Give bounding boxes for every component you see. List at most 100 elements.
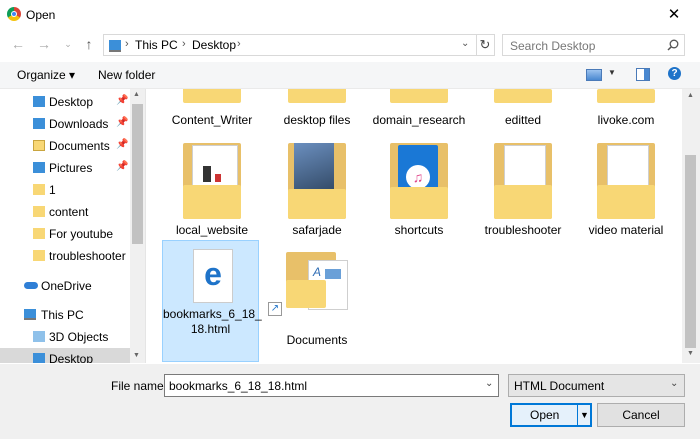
documents-folder-icon [33,140,45,151]
command-toolbar: Organize ▾ New folder ▼ ? [0,62,700,89]
pin-icon: 📌 [116,139,129,150]
search-input[interactable]: Search Desktop [502,34,685,56]
folder-tile[interactable]: ♫ shortcuts [370,139,468,239]
sidebar-item-label: For youtube [49,227,114,241]
filename-value: bookmarks_6_18_18.html [169,379,308,393]
bottom-panel: File name: bookmarks_6_18_18.html ⌄ HTML… [0,364,700,439]
shortcut-tile[interactable]: A ↗ Documents [268,240,366,350]
file-label: Documents [286,333,348,347]
html-file-icon: e [193,249,233,303]
desktop-folder-icon [33,353,45,363]
sidebar-item-content[interactable]: content [0,201,130,223]
folder-tile[interactable]: video material [577,139,675,239]
scroll-down-icon[interactable]: ▼ [687,350,694,357]
folder-icon [33,206,45,217]
sidebar-item-label: content [49,205,89,219]
file-tile-selected[interactable]: e bookmarks_6_18_ 18.html [162,240,262,362]
downloads-folder-icon [33,118,45,129]
scroll-up-icon[interactable]: ▲ [687,92,694,99]
folder-icon [286,280,326,308]
sidebar-item-pictures[interactable]: Pictures 📌 [0,157,130,179]
this-pc-icon [109,40,121,52]
folder-tile[interactable]: domain_research [370,89,468,129]
new-folder-button[interactable]: New folder [98,68,155,82]
view-dropdown-icon[interactable]: ▼ [608,68,616,77]
folder-tile[interactable]: troubleshooter [474,139,572,239]
folder-tile[interactable]: editted [474,89,572,129]
sidebar-item-label: Downloads [49,117,109,131]
folder-tile[interactable]: local_website [163,139,261,239]
breadcrumb-separator-icon: › [125,38,129,50]
sidebar-item-label: This PC [41,308,84,322]
file-label: bookmarks_6_18_ 18.html [163,307,262,336]
folder-icon [390,89,448,103]
folder-icon [390,187,448,219]
close-icon[interactable]: ✕ [660,5,688,25]
sidebar-item-desktop-selected[interactable]: Desktop [0,348,130,363]
filetype-select[interactable]: HTML Document ⌄ [508,374,685,397]
breadcrumb-this-pc[interactable]: This PC [135,38,178,52]
sidebar-item-onedrive[interactable]: OneDrive [0,275,130,297]
sidebar-item-this-pc[interactable]: This PC [0,304,130,326]
sidebar-item-for-youtube[interactable]: For youtube [0,223,130,245]
navigation-pane: Desktop 📌 Downloads 📌 Documents 📌 Pictur… [0,89,146,363]
file-label: troubleshooter [484,223,562,237]
filetype-value: HTML Document [514,379,605,393]
scroll-down-icon[interactable]: ▼ [133,352,140,359]
sidebar-item-documents[interactable]: Documents 📌 [0,135,130,157]
up-arrow-icon[interactable]: ↑ [81,36,97,52]
forward-arrow-icon[interactable]: → [36,36,52,52]
address-bar[interactable]: › This PC › Desktop › ⌄ [103,34,477,56]
sidebar-scrollbar-thumb[interactable] [132,104,143,244]
breadcrumb-separator-icon: › [237,38,241,50]
folder-tile[interactable]: livoke.com [577,89,675,129]
breadcrumb-desktop[interactable]: Desktop [192,38,236,52]
folder-tile[interactable]: safarjade [268,139,366,239]
file-label: editted [504,113,542,127]
sidebar-item-1[interactable]: 1 [0,179,130,201]
file-list-view: Content_Writer desktop files domain_rese… [146,89,682,363]
open-button[interactable]: Open ▼ [510,403,592,427]
open-dropdown-icon[interactable]: ▼ [580,404,589,426]
cancel-button[interactable]: Cancel [597,403,685,427]
sidebar-item-3d-objects[interactable]: 3D Objects [0,326,130,348]
sidebar-item-downloads[interactable]: Downloads 📌 [0,113,130,135]
window-title: Open [26,8,56,22]
sidebar-item-label: Desktop [49,352,94,363]
open-label: Open [530,408,560,422]
address-dropdown-icon[interactable]: ⌄ [461,38,469,49]
breadcrumb-separator-icon: › [182,38,186,50]
file-label: desktop files [283,113,351,127]
back-arrow-icon[interactable]: ← [10,36,26,52]
sidebar-item-label: OneDrive [41,279,92,293]
recent-locations-chevron-icon[interactable]: ⌄ [60,36,76,52]
desktop-folder-icon [33,96,45,107]
pin-icon: 📌 [116,117,129,128]
organize-button[interactable]: Organize ▾ [17,68,75,82]
sidebar-item-desktop[interactable]: Desktop 📌 [0,91,130,113]
file-label: Content_Writer [171,113,253,127]
view-options-icon[interactable] [586,69,602,81]
file-list-scrollbar-thumb[interactable] [685,155,696,348]
folder-icon [33,228,45,239]
scroll-up-icon[interactable]: ▲ [133,91,140,98]
sidebar-item-troubleshooter[interactable]: troubleshooter [0,245,130,267]
folder-tile[interactable]: desktop files [268,89,366,129]
pin-icon: 📌 [116,161,129,172]
filename-input[interactable]: bookmarks_6_18_18.html ⌄ [164,374,499,397]
file-label: domain_research [372,113,466,127]
filename-label: File name: [111,379,168,393]
search-icon [667,39,679,51]
search-placeholder: Search Desktop [510,39,596,53]
sidebar-item-label: Documents [49,139,110,153]
preview-pane-icon[interactable] [636,68,650,81]
folder-icon [597,89,655,103]
help-icon[interactable]: ? [668,67,681,80]
filename-dropdown-icon[interactable]: ⌄ [485,378,493,389]
folder-icon [288,89,346,103]
sidebar-item-label: 1 [49,183,56,197]
folder-icon [494,185,552,219]
folder-tile[interactable]: Content_Writer [163,89,261,129]
refresh-icon[interactable]: ↻ [476,34,495,56]
file-label: shortcuts [394,223,444,237]
